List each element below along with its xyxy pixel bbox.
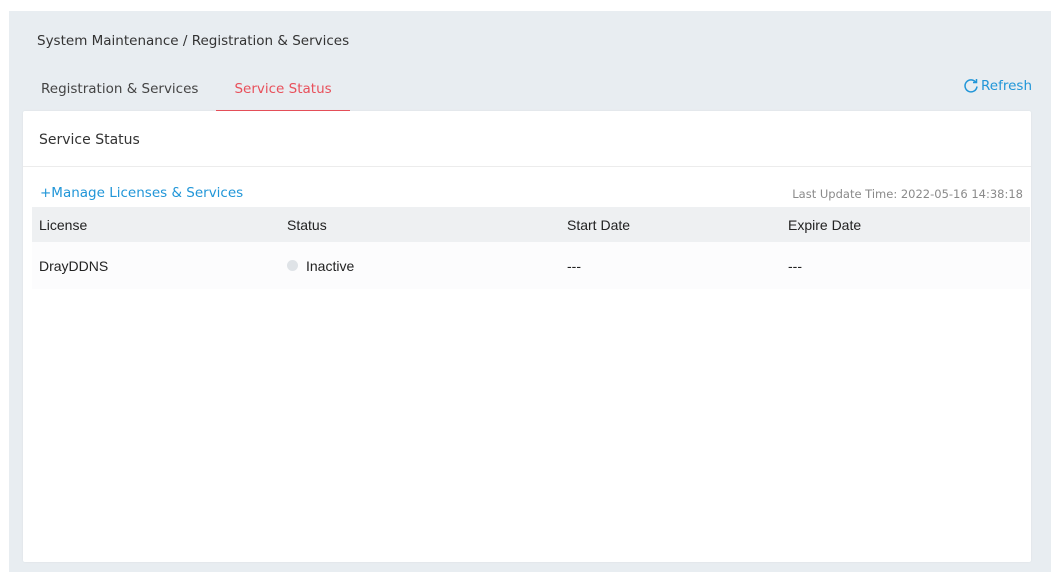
divider (23, 166, 1031, 167)
tab-registration-services[interactable]: Registration & Services (23, 67, 216, 112)
refresh-label: Refresh (981, 78, 1032, 94)
start-date-cell: --- (567, 257, 581, 274)
service-status-panel: Service Status +Manage Licenses & Servic… (23, 111, 1031, 562)
manage-licenses-link[interactable]: +Manage Licenses & Services (40, 185, 243, 201)
panel-title: Service Status (39, 132, 140, 148)
page-frame: System Maintenance / Registration & Serv… (9, 11, 1051, 572)
column-header-expire-date: Expire Date (788, 216, 862, 233)
last-update-time: Last Update Time: 2022-05-16 14:38:18 (792, 187, 1023, 201)
refresh-icon (964, 79, 978, 93)
status-cell: Inactive (280, 258, 560, 274)
status-dot-icon (287, 260, 298, 271)
expire-date-cell: --- (788, 257, 802, 274)
refresh-button[interactable]: Refresh (963, 78, 1032, 94)
tab-service-status[interactable]: Service Status (216, 67, 350, 112)
status-text: Inactive (306, 257, 355, 274)
license-cell: DrayDDNS (39, 257, 109, 274)
breadcrumb: System Maintenance / Registration & Serv… (37, 33, 350, 49)
column-header-license: License (39, 216, 88, 233)
column-header-start-date: Start Date (567, 216, 631, 233)
column-header-status: Status (287, 216, 327, 233)
license-table: License Status Start Date Expire Date Dr… (32, 207, 1030, 289)
tab-bar: Registration & Services Service Status (23, 67, 350, 112)
table-header: License Status Start Date Expire Date (32, 207, 1030, 242)
table-row: DrayDDNS Inactive --- --- (32, 242, 1030, 289)
